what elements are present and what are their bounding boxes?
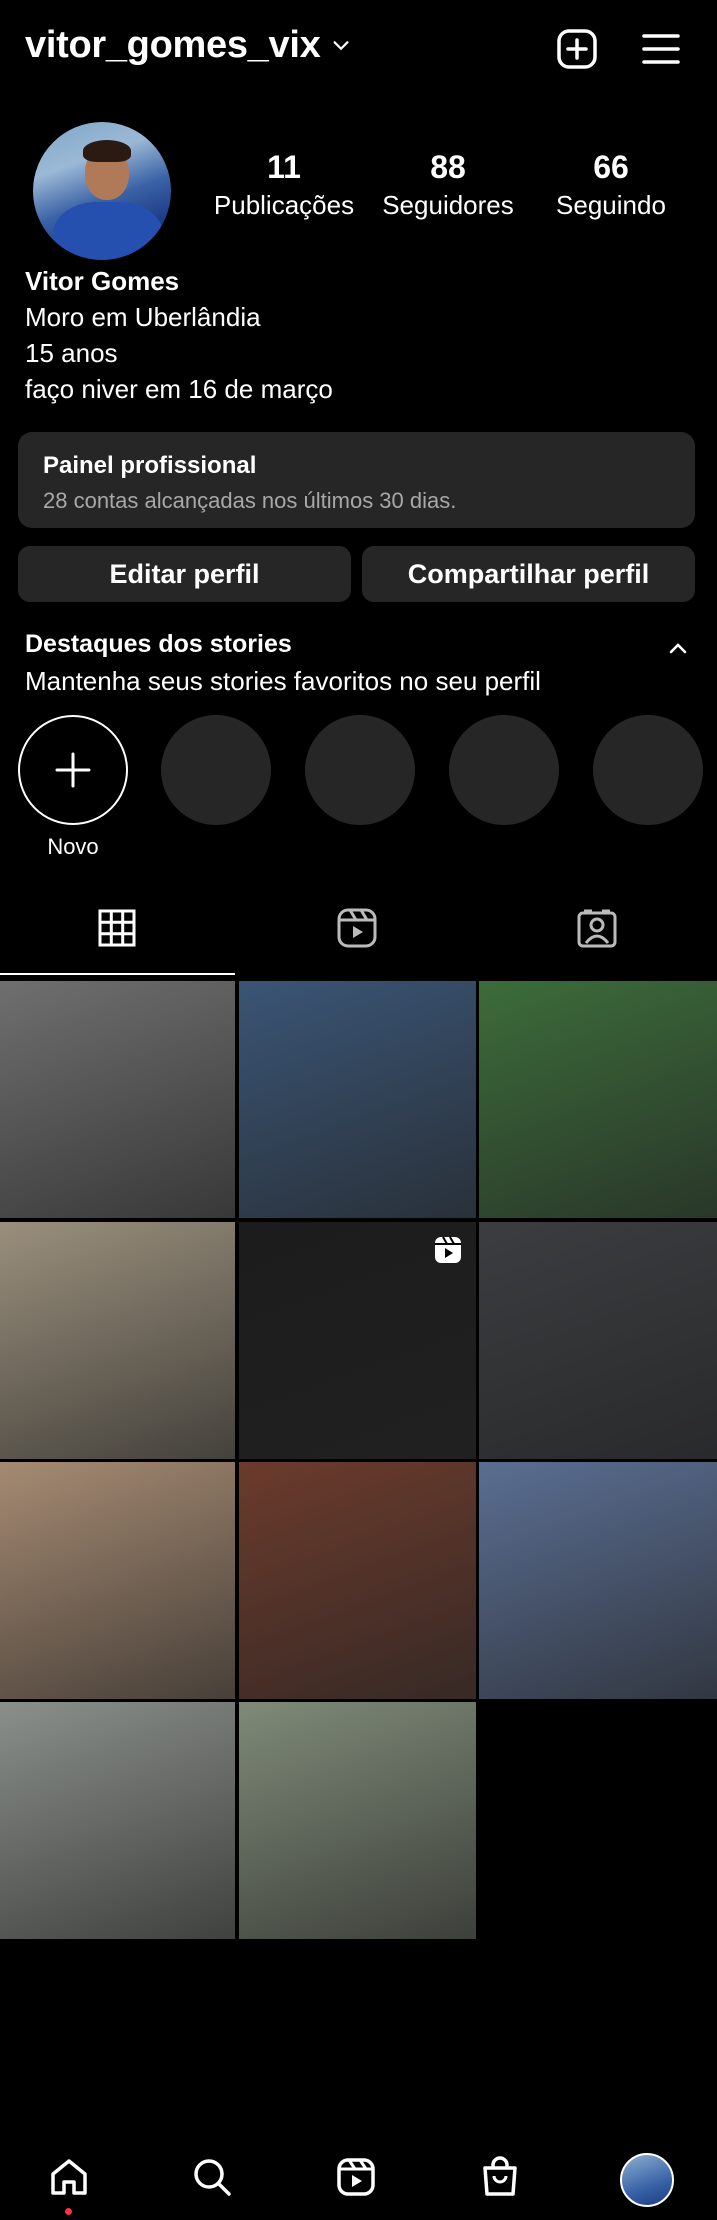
following-stat[interactable]: 66 Seguindo: [536, 148, 686, 222]
highlight-placeholder: [161, 715, 271, 825]
username-switcher[interactable]: vitor_gomes_vix: [25, 24, 352, 67]
post-thumbnail[interactable]: [0, 1222, 235, 1459]
post-thumbnail[interactable]: [239, 1462, 476, 1699]
profile-avatar[interactable]: [620, 2153, 674, 2207]
chevron-down-icon: [333, 40, 349, 50]
post-thumbnail[interactable]: [239, 1702, 476, 1939]
highlight-placeholder: [593, 715, 703, 825]
new-highlight-button[interactable]: [18, 715, 128, 825]
reels-icon[interactable]: [334, 2155, 378, 2199]
dashboard-title: Painel profissional: [43, 452, 257, 479]
menu-icon[interactable]: [638, 26, 684, 72]
followers-stat[interactable]: 88 Seguidores: [373, 148, 523, 222]
posts-label: Publicações: [213, 190, 355, 220]
shop-icon[interactable]: [478, 2155, 522, 2199]
highlight-placeholder: [449, 715, 559, 825]
chevron-up-icon[interactable]: [666, 636, 690, 660]
profile-avatar[interactable]: [33, 122, 171, 260]
post-thumbnail[interactable]: [479, 1462, 717, 1699]
tagged-icon[interactable]: [574, 905, 620, 951]
highlights-subtitle: Mantenha seus stories favoritos no seu p…: [25, 666, 541, 696]
following-count: 66: [593, 149, 629, 185]
username: vitor_gomes_vix: [25, 24, 321, 66]
following-label: Seguindo: [556, 190, 666, 220]
followers-label: Seguidores: [382, 190, 514, 220]
professional-dashboard[interactable]: Painel profissional 28 contas alcançadas…: [18, 432, 695, 528]
reels-icon[interactable]: [334, 905, 380, 951]
bio-line: Moro em Uberlândia: [25, 302, 261, 332]
bio-line: faço niver em 16 de março: [25, 374, 333, 404]
active-tab-indicator: [0, 973, 235, 975]
create-post-icon[interactable]: [554, 26, 600, 72]
highlights-title: Destaques dos stories: [25, 630, 292, 658]
followers-count: 88: [430, 149, 466, 185]
post-thumbnail[interactable]: [0, 1462, 235, 1699]
share-profile-button[interactable]: Compartilhar perfil: [362, 546, 695, 602]
plus-icon: [55, 752, 91, 788]
notification-dot: [65, 2208, 72, 2215]
post-thumbnail[interactable]: [479, 981, 717, 1218]
dashboard-subtitle: 28 contas alcançadas nos últimos 30 dias…: [43, 488, 457, 513]
post-thumbnail[interactable]: [0, 981, 235, 1218]
new-highlight-label: Novo: [47, 834, 99, 859]
home-icon[interactable]: [47, 2155, 91, 2199]
search-icon[interactable]: [190, 2155, 234, 2199]
highlight-placeholder: [305, 715, 415, 825]
posts-count: 11: [267, 149, 301, 185]
grid-icon[interactable]: [94, 905, 140, 951]
edit-profile-button[interactable]: Editar perfil: [18, 546, 351, 602]
post-thumbnail[interactable]: [0, 1702, 235, 1939]
posts-stat[interactable]: 11 Publicações: [209, 148, 359, 222]
profile-name: Vitor Gomes: [25, 266, 180, 296]
post-thumbnail[interactable]: [479, 1222, 717, 1459]
reel-badge-icon: [435, 1236, 461, 1263]
bio-line: 15 anos: [25, 338, 118, 368]
post-thumbnail[interactable]: [239, 981, 476, 1218]
